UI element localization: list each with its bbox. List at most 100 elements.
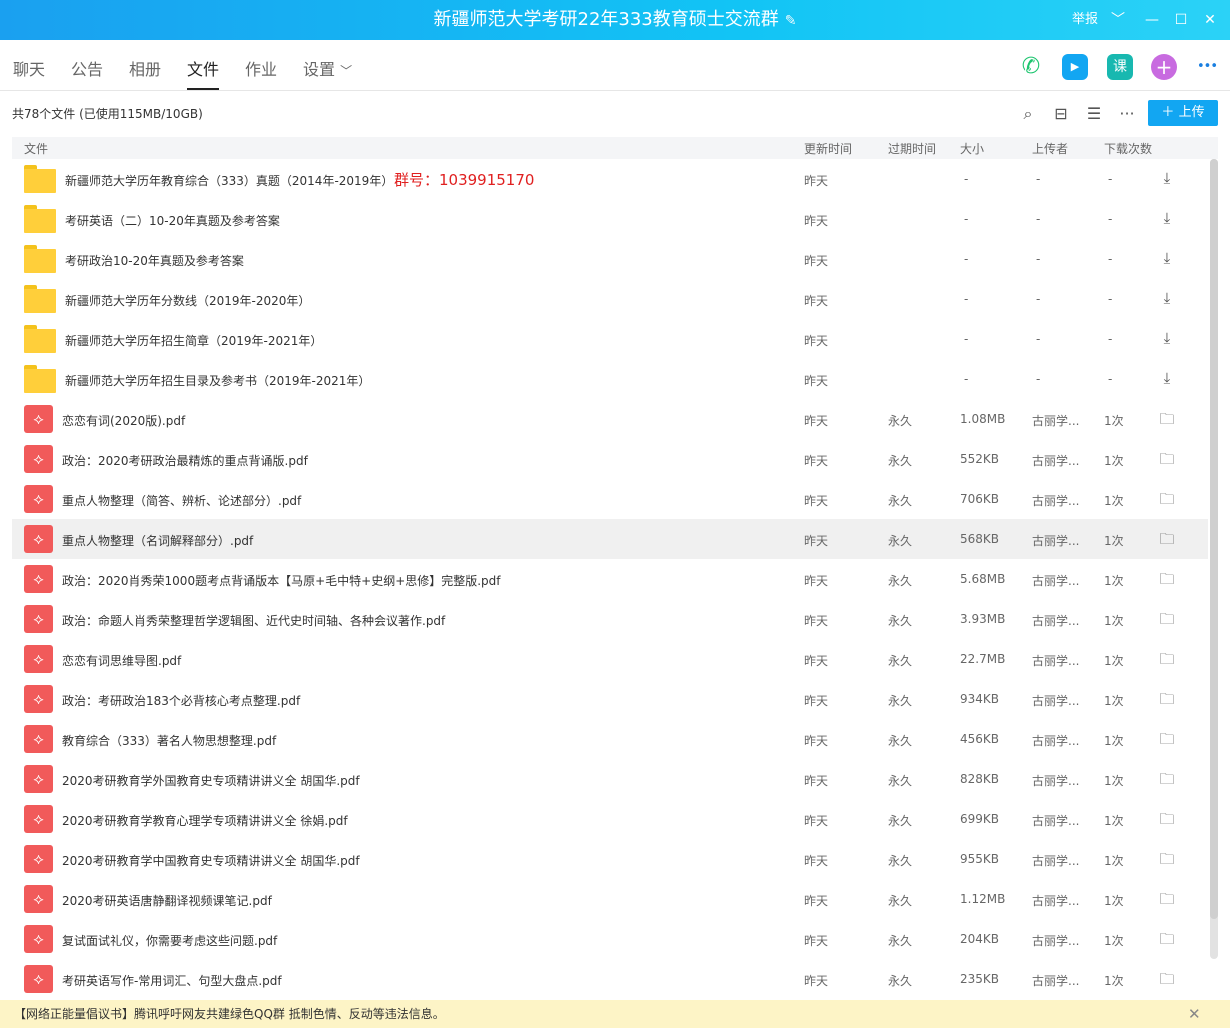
table-row[interactable]: 新疆师范大学历年招生目录及参考书（2019年-2021年） 昨天 - - - ⤓ <box>12 359 1208 399</box>
close-notice-icon[interactable]: ✕ <box>1188 1000 1201 1028</box>
file-name[interactable]: 2020考研教育学中国教育史专项精讲讲义全 胡国华.pdf <box>62 852 360 869</box>
open-folder-icon[interactable]: 🗀 <box>1158 529 1176 548</box>
open-folder-icon[interactable]: 🗀 <box>1158 649 1176 668</box>
table-row[interactable]: 考研政治10-20年真题及参考答案 昨天 - - - ⤓ <box>12 239 1208 279</box>
table-row[interactable]: ⟡ 复试面试礼仪，你需要考虑这些问题.pdf 昨天 永久 204KB 古丽学... 1次 🗀 <box>12 919 1208 959</box>
open-folder-icon[interactable]: 🗀 <box>1158 969 1176 988</box>
download-icon[interactable]: ⤓ <box>1158 209 1176 227</box>
table-row[interactable]: ⟡ 政治：命题人肖秀荣整理哲学逻辑图、近代史时间轴、各种会议著作.pdf 昨天 永久 3… <box>12 599 1208 639</box>
list-view-icon[interactable]: ☰ <box>1083 103 1105 125</box>
tab-files[interactable]: 文件 <box>187 56 220 90</box>
file-name[interactable]: 新疆师范大学历年招生目录及参考书（2019年-2021年） <box>65 372 370 389</box>
tab-album[interactable]: 相册 <box>129 56 161 88</box>
open-folder-icon[interactable]: 🗀 <box>1158 569 1176 588</box>
col-size[interactable]: 大小 <box>960 140 984 157</box>
file-name[interactable]: 复试面试礼仪，你需要考虑这些问题.pdf <box>62 932 277 949</box>
open-folder-icon[interactable]: 🗀 <box>1158 849 1176 868</box>
pencil-icon[interactable]: ✎ <box>785 13 797 29</box>
tab-settings[interactable]: 设置 ﹀ <box>303 56 352 88</box>
file-name[interactable]: 2020考研英语唐静翻译视频课笔记.pdf <box>62 892 272 909</box>
notice-text[interactable]: 【网络正能量倡议书】腾讯呼吁网友共建绿色QQ群 抵制色情、反动等违法信息。 <box>14 1000 445 1028</box>
table-row[interactable]: ⟡ 政治：2020考研政治最精炼的重点背诵版.pdf 昨天 永久 552KB 古丽学...… <box>12 439 1208 479</box>
tab-announcement[interactable]: 公告 <box>71 56 103 88</box>
add-app-icon[interactable]: + <box>1151 54 1177 80</box>
class-icon[interactable]: 课 <box>1107 54 1133 80</box>
file-name[interactable]: 2020考研教育学外国教育史专项精讲讲义全 胡国华.pdf <box>62 772 360 789</box>
open-folder-icon[interactable]: 🗀 <box>1158 889 1176 908</box>
more-options-icon[interactable]: ··· <box>1116 103 1138 125</box>
table-row[interactable]: ⟡ 恋恋有词(2020版).pdf 昨天 永久 1.08MB 古丽学... 1次 🗀 <box>12 399 1208 439</box>
download-icon[interactable]: ⤓ <box>1158 249 1176 267</box>
file-name[interactable]: 政治：考研政治183个必背核心考点整理.pdf <box>62 692 300 709</box>
table-row[interactable]: ⟡ 2020考研教育学外国教育史专项精讲讲义全 胡国华.pdf 昨天 永久 828KB 古… <box>12 759 1208 799</box>
report-button[interactable]: 举报 <box>1072 0 1098 40</box>
close-icon[interactable]: ✕ <box>1197 0 1223 40</box>
scrollbar-thumb[interactable] <box>1210 159 1218 919</box>
scrollbar[interactable] <box>1210 159 1218 959</box>
upload-button[interactable]: ＋ 上传 <box>1148 100 1218 126</box>
pdf-icon: ⟡ <box>24 885 53 913</box>
table-row[interactable]: ⟡ 恋恋有词思维导图.pdf 昨天 永久 22.7MB 古丽学... 1次 🗀 <box>12 639 1208 679</box>
file-name[interactable]: 恋恋有词(2020版).pdf <box>62 412 185 429</box>
col-expiry[interactable]: 过期时间 <box>888 140 936 157</box>
download-icon[interactable]: ⤓ <box>1158 169 1176 187</box>
file-size: 22.7MB <box>960 652 1006 666</box>
col-file[interactable]: 文件 <box>24 140 48 157</box>
file-name[interactable]: 考研政治10-20年真题及参考答案 <box>65 252 244 269</box>
open-folder-icon[interactable]: 🗀 <box>1158 689 1176 708</box>
file-name[interactable]: 政治：命题人肖秀荣整理哲学逻辑图、近代史时间轴、各种会议著作.pdf <box>62 612 445 629</box>
table-row[interactable]: ⟡ 重点人物整理（名词解释部分）.pdf 昨天 永久 568KB 古丽学... 1次 🗀 <box>12 519 1208 559</box>
table-row[interactable]: 新疆师范大学历年招生简章（2019年-2021年） 昨天 - - - ⤓ <box>12 319 1208 359</box>
table-row[interactable]: ⟡ 2020考研教育学中国教育史专项精讲讲义全 胡国华.pdf 昨天 永久 955KB 古… <box>12 839 1208 879</box>
open-folder-icon[interactable]: 🗀 <box>1158 449 1176 468</box>
file-name[interactable]: 考研英语写作-常用词汇、句型大盘点.pdf <box>62 972 282 989</box>
open-folder-icon[interactable]: 🗀 <box>1158 409 1176 428</box>
search-icon[interactable]: ⌕ <box>1017 103 1039 125</box>
file-name[interactable]: 政治：2020肖秀荣1000题考点背诵版本【马原+毛中特+史纲+思修】完整版.p… <box>62 572 501 589</box>
table-row[interactable]: 考研英语（二）10-20年真题及参考答案 昨天 - - - ⤓ <box>12 199 1208 239</box>
open-folder-icon[interactable]: 🗀 <box>1158 809 1176 828</box>
table-row[interactable]: 新疆师范大学历年分数线（2019年-2020年） 昨天 - - - ⤓ <box>12 279 1208 319</box>
col-downloads[interactable]: 下载次数 <box>1104 140 1152 157</box>
open-folder-icon[interactable]: 🗀 <box>1158 609 1176 628</box>
file-name[interactable]: 教育综合（333）著名人物思想整理.pdf <box>62 732 276 749</box>
file-name[interactable]: 考研英语（二）10-20年真题及参考答案 <box>65 212 280 229</box>
updated-time: 昨天 <box>804 294 829 308</box>
table-row[interactable]: ⟡ 考研英语写作-常用词汇、句型大盘点.pdf 昨天 永久 235KB 古丽学... 1次 🗀 <box>12 959 1208 999</box>
uploader: 古丽学... <box>1032 934 1080 948</box>
phone-call-icon[interactable]: ✆ <box>1018 54 1044 80</box>
tab-homework[interactable]: 作业 <box>245 56 277 88</box>
open-folder-icon[interactable]: 🗀 <box>1158 769 1176 788</box>
uploader: 古丽学... <box>1032 974 1080 988</box>
col-updated[interactable]: 更新时间 <box>804 140 852 157</box>
file-name[interactable]: 新疆师范大学历年分数线（2019年-2020年） <box>65 292 310 309</box>
file-name[interactable]: 政治：2020考研政治最精炼的重点背诵版.pdf <box>62 452 308 469</box>
file-name[interactable]: 重点人物整理（简答、辨析、论述部分）.pdf <box>62 492 301 509</box>
download-icon[interactable]: ⤓ <box>1158 329 1176 347</box>
file-name[interactable]: 新疆师范大学历年招生简章（2019年-2021年） <box>65 332 322 349</box>
video-call-icon[interactable]: ▶ <box>1062 54 1088 80</box>
file-name[interactable]: 新疆师范大学历年教育综合（333）真题（2014年-2019年） <box>65 172 393 189</box>
download-icon[interactable]: ⤓ <box>1158 369 1176 387</box>
open-folder-icon[interactable]: 🗀 <box>1158 729 1176 748</box>
col-uploader[interactable]: 上传者 <box>1032 140 1068 157</box>
open-folder-icon[interactable]: 🗀 <box>1158 929 1176 948</box>
file-name[interactable]: 重点人物整理（名词解释部分）.pdf <box>62 532 253 549</box>
tab-chat[interactable]: 聊天 <box>13 56 45 88</box>
table-row[interactable]: ⟡ 2020考研英语唐静翻译视频课笔记.pdf 昨天 永久 1.12MB 古丽学... 1次… <box>12 879 1208 919</box>
inbox-icon[interactable]: ⊟ <box>1050 103 1072 125</box>
maximize-icon[interactable]: ☐ <box>1168 0 1194 40</box>
table-row[interactable]: ⟡ 2020考研教育学教育心理学专项精讲讲义全 徐娟.pdf 昨天 永久 699KB 古丽… <box>12 799 1208 839</box>
table-row[interactable]: ⟡ 政治：2020肖秀荣1000题考点背诵版本【马原+毛中特+史纲+思修】完整版.… <box>12 559 1208 599</box>
table-row[interactable]: ⟡ 重点人物整理（简答、辨析、论述部分）.pdf 昨天 永久 706KB 古丽学... 1次… <box>12 479 1208 519</box>
open-folder-icon[interactable]: 🗀 <box>1158 489 1176 508</box>
download-icon[interactable]: ⤓ <box>1158 289 1176 307</box>
table-row[interactable]: 新疆师范大学历年教育综合（333）真题（2014年-2019年） 群号：10399… <box>12 159 1208 199</box>
file-name[interactable]: 恋恋有词思维导图.pdf <box>62 652 181 669</box>
more-icon[interactable]: ••• <box>1194 54 1220 80</box>
file-name[interactable]: 2020考研教育学教育心理学专项精讲讲义全 徐娟.pdf <box>62 812 348 829</box>
chevron-down-icon[interactable]: ﹀ <box>1105 0 1131 40</box>
table-row[interactable]: ⟡ 教育综合（333）著名人物思想整理.pdf 昨天 永久 456KB 古丽学... 1次 🗀 <box>12 719 1208 759</box>
table-row[interactable]: ⟡ 政治：考研政治183个必背核心考点整理.pdf 昨天 永久 934KB 古丽学... 1… <box>12 679 1208 719</box>
minimize-icon[interactable]: — <box>1139 0 1165 40</box>
